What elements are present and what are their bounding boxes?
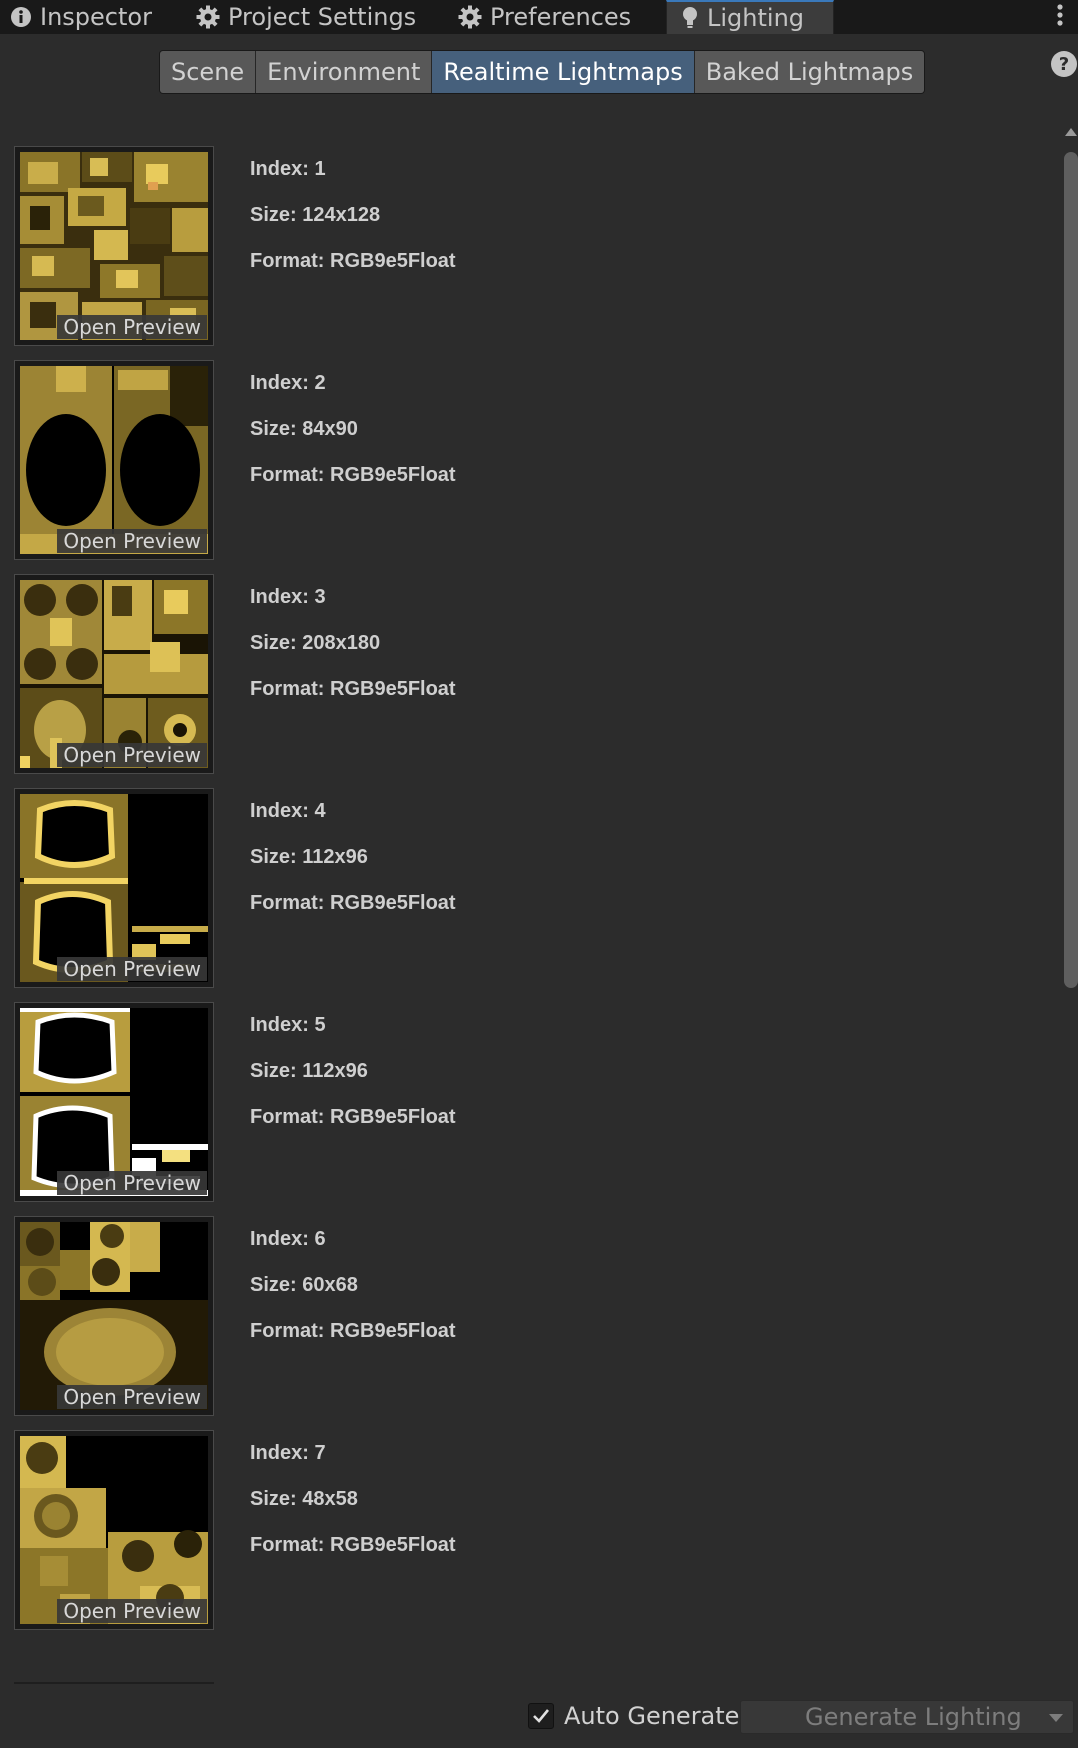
lightmap-thumbnail[interactable]: Open Preview bbox=[14, 788, 214, 988]
lightmap-index: Index: 6 bbox=[250, 1228, 326, 1250]
tab-inspector[interactable]: Inspector bbox=[10, 0, 152, 34]
lightmap-format: Format: RGB9e5Float bbox=[250, 1534, 456, 1556]
lightmap-size: Size: 84x90 bbox=[250, 418, 358, 440]
lightmap-row: Open Preview Index: 4 Size: 112x96 Forma… bbox=[14, 788, 1054, 988]
auto-generate-label: Auto Generate bbox=[564, 1702, 740, 1730]
auto-generate-checkbox[interactable] bbox=[528, 1703, 554, 1729]
lightmap-index: Index: 1 bbox=[250, 158, 326, 180]
divider bbox=[14, 1682, 214, 1684]
open-preview-button[interactable]: Open Preview bbox=[57, 957, 207, 981]
tab-label: Preferences bbox=[490, 3, 632, 31]
scroll-up-arrow-icon[interactable] bbox=[1065, 128, 1077, 136]
lightmap-index: Index: 5 bbox=[250, 1014, 326, 1036]
lightmap-size: Size: 60x68 bbox=[250, 1274, 358, 1296]
lighting-panel: Scene Environment Realtime Lightmaps Bak… bbox=[0, 34, 1078, 1748]
lightbulb-icon bbox=[681, 6, 699, 30]
tab-label: Project Settings bbox=[228, 3, 417, 31]
generate-lighting-label: Generate Lighting bbox=[805, 1703, 1022, 1731]
segment-realtime-lightmaps[interactable]: Realtime Lightmaps bbox=[432, 51, 695, 93]
lightmap-index: Index: 7 bbox=[250, 1442, 326, 1464]
open-preview-button[interactable]: Open Preview bbox=[57, 1171, 207, 1195]
lightmap-thumbnail[interactable]: Open Preview bbox=[14, 146, 214, 346]
svg-text:?: ? bbox=[1059, 54, 1069, 75]
lightmap-format: Format: RGB9e5Float bbox=[250, 1106, 456, 1128]
tab-label: Inspector bbox=[40, 3, 152, 31]
lightmap-row: Open Preview Index: 2 Size: 84x90 Format… bbox=[14, 360, 1054, 560]
lightmap-size: Size: 112x96 bbox=[250, 846, 368, 868]
tab-label: Lighting bbox=[707, 4, 805, 32]
lightmap-size: Size: 48x58 bbox=[250, 1488, 358, 1510]
lightmap-row: Open Preview Index: 1 Size: 124x128 Form… bbox=[14, 146, 1054, 346]
lightmap-row: Open Preview Index: 7 Size: 48x58 Format… bbox=[14, 1430, 1054, 1630]
open-preview-button[interactable]: Open Preview bbox=[57, 315, 207, 339]
gear-icon bbox=[458, 5, 482, 29]
lightmap-format: Format: RGB9e5Float bbox=[250, 1320, 456, 1342]
help-icon[interactable]: ? bbox=[1050, 50, 1078, 78]
kebab-menu-icon[interactable] bbox=[1052, 2, 1068, 32]
lightmap-size: Size: 208x180 bbox=[250, 632, 381, 654]
open-preview-button[interactable]: Open Preview bbox=[57, 743, 207, 767]
lightmap-format: Format: RGB9e5Float bbox=[250, 892, 456, 914]
lightmap-format: Format: RGB9e5Float bbox=[250, 464, 456, 486]
lightmap-size: Size: 124x128 bbox=[250, 204, 381, 226]
lightmap-thumbnail[interactable]: Open Preview bbox=[14, 1430, 214, 1630]
open-preview-button[interactable]: Open Preview bbox=[57, 1385, 207, 1409]
lightmap-row: Open Preview Index: 3 Size: 208x180 Form… bbox=[14, 574, 1054, 774]
info-icon bbox=[10, 6, 32, 28]
gear-icon bbox=[196, 5, 220, 29]
checkmark-icon bbox=[533, 1709, 550, 1723]
scrollbar-thumb[interactable] bbox=[1064, 152, 1078, 988]
lightmap-thumbnail[interactable]: Open Preview bbox=[14, 360, 214, 560]
lightmap-list[interactable]: Open Preview Index: 1 Size: 124x128 Form… bbox=[0, 146, 1078, 1704]
footer-bar: Auto Generate Generate Lighting bbox=[0, 1682, 1078, 1748]
window-tab-bar: Inspector Project Settings Preferences L… bbox=[0, 0, 1078, 35]
lightmap-index: Index: 2 bbox=[250, 372, 326, 394]
tab-lighting[interactable]: Lighting bbox=[666, 0, 834, 34]
auto-generate-toggle[interactable]: Auto Generate bbox=[528, 1700, 739, 1732]
generate-lighting-button[interactable]: Generate Lighting bbox=[740, 1700, 1074, 1734]
dropdown-arrow-icon[interactable] bbox=[1049, 1714, 1063, 1722]
lightmap-index: Index: 3 bbox=[250, 586, 326, 608]
tab-project-settings[interactable]: Project Settings bbox=[196, 0, 416, 34]
segment-baked-lightmaps[interactable]: Baked Lightmaps bbox=[694, 51, 925, 93]
lightmap-row: Open Preview Index: 6 Size: 60x68 Format… bbox=[14, 1216, 1054, 1416]
lightmap-thumbnail[interactable]: Open Preview bbox=[14, 1216, 214, 1416]
lightmap-row: Open Preview Index: 5 Size: 112x96 Forma… bbox=[14, 1002, 1054, 1202]
lightmap-thumbnail[interactable]: Open Preview bbox=[14, 574, 214, 774]
segment-environment[interactable]: Environment bbox=[256, 51, 433, 93]
lighting-mode-toolbar: Scene Environment Realtime Lightmaps Bak… bbox=[159, 50, 926, 94]
tab-preferences[interactable]: Preferences bbox=[458, 0, 631, 34]
open-preview-button[interactable]: Open Preview bbox=[57, 1599, 207, 1623]
lightmap-format: Format: RGB9e5Float bbox=[250, 250, 456, 272]
segment-scene[interactable]: Scene bbox=[160, 51, 257, 93]
lightmap-thumbnail[interactable]: Open Preview bbox=[14, 1002, 214, 1202]
lightmap-index: Index: 4 bbox=[250, 800, 326, 822]
lightmap-size: Size: 112x96 bbox=[250, 1060, 368, 1082]
vertical-scrollbar[interactable] bbox=[1064, 128, 1078, 1708]
open-preview-button[interactable]: Open Preview bbox=[57, 529, 207, 553]
lightmap-format: Format: RGB9e5Float bbox=[250, 678, 456, 700]
